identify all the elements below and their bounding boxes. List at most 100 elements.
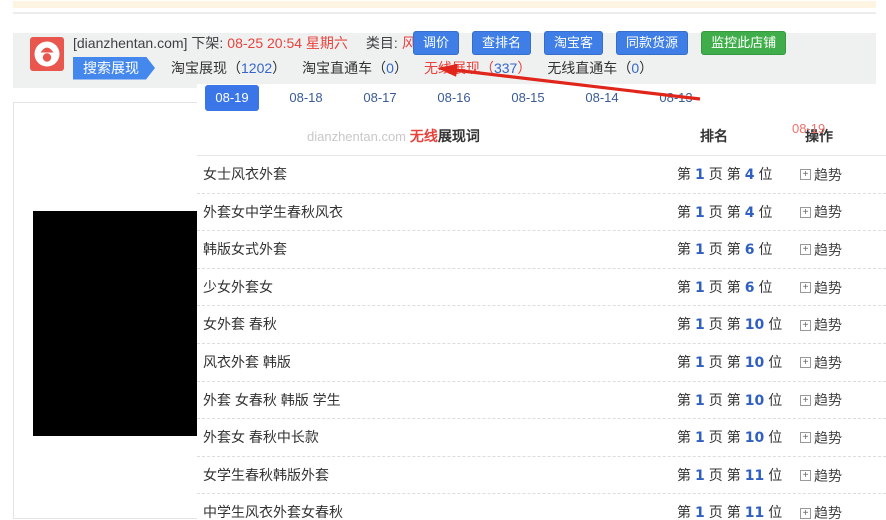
section-tab-label: 无线展现 <box>423 60 480 76</box>
table-row: 外套 女春秋 韩版 学生 第 1 页第 10 位 + 趋势 <box>197 382 886 420</box>
trend-button[interactable]: + 趋势 <box>800 269 842 307</box>
date-tab[interactable]: 08-19 <box>205 85 259 111</box>
trend-button[interactable]: + 趋势 <box>800 419 842 457</box>
trend-label: 趋势 <box>814 467 842 484</box>
expand-plus-icon: + <box>800 470 811 482</box>
trend-button[interactable]: + 趋势 <box>800 194 842 232</box>
keyword-cell[interactable]: 风衣外套 韩版 <box>203 344 291 382</box>
section-tab-count: （1202） <box>227 60 287 76</box>
expand-plus-icon: + <box>800 432 811 444</box>
section-tab-count: （0） <box>617 60 654 76</box>
section-tab[interactable]: 无线展现 （337） <box>424 58 531 78</box>
rank-cell: 第1页第4位 <box>677 166 773 183</box>
divider <box>13 12 876 14</box>
section-tab-label: 无线直通车 <box>547 60 618 76</box>
section-tab-count: （0） <box>372 60 408 76</box>
rank-cell: 第 1 页第 10 位 <box>677 353 783 371</box>
trend-button[interactable]: + 趋势 <box>800 306 842 344</box>
keyword-cell[interactable]: 女外套 春秋 <box>203 306 277 344</box>
keyword-cell[interactable]: 少女外套女 <box>203 269 273 307</box>
trend-label: 趋势 <box>814 204 842 221</box>
table-row: 女外套 春秋 第 1 页第 10 位 + 趋势 <box>197 306 886 344</box>
expand-plus-icon: + <box>800 507 811 519</box>
shop-avatar-icon <box>30 37 64 71</box>
date-tab[interactable]: 08-16 <box>427 85 481 111</box>
section-tab[interactable]: 无线直通车 （0） <box>547 58 653 78</box>
trend-label: 趋势 <box>814 354 842 371</box>
header-action-button[interactable]: 同款货源 <box>616 31 689 55</box>
section-tab-label: 搜索展现 <box>83 59 139 76</box>
table-title: dianzhentan.com 无线展现词 <box>307 128 480 144</box>
shop-title-row: [dianzhentan.com] 下架: 08-25 20:54 星期六 类目… <box>73 30 434 56</box>
rank-column-header: 排名 <box>700 128 728 144</box>
trend-label: 趋势 <box>814 392 842 409</box>
expand-plus-icon: + <box>800 282 811 294</box>
header-action-button[interactable]: 监控此店铺 <box>701 31 787 55</box>
trend-button[interactable]: + 趋势 <box>800 231 842 269</box>
rank-cell: 第1页第4位 <box>677 203 773 221</box>
expand-plus-icon: + <box>800 244 811 256</box>
expand-plus-icon: + <box>800 169 811 181</box>
keyword-cell[interactable]: 外套女中学生春秋风衣 <box>203 194 343 232</box>
rank-cell: 第 1 页第 10 位 <box>677 316 783 334</box>
rank-cell: 第1页第6位 <box>677 241 773 259</box>
keyword-cell[interactable]: 外套 女春秋 韩版 学生 <box>203 382 341 420</box>
table-row: 韩版女式外套 第1页第6位 + 趋势 <box>197 231 886 269</box>
date-tab[interactable]: 08-15 <box>501 85 555 111</box>
rank-cell: 第 1 页第 10 位 <box>677 429 783 447</box>
section-tab[interactable]: 淘宝直通车 （0） <box>302 58 408 78</box>
section-tab-label: 淘宝展现 <box>171 60 227 76</box>
table-row: 中学生风衣外套女春秋 第 1 页第 11 位 + 趋势 <box>197 494 886 520</box>
trend-label: 趋势 <box>814 166 842 183</box>
date-tab[interactable]: 08-17 <box>353 85 407 111</box>
header-action-button[interactable]: 淘宝客 <box>544 31 604 55</box>
rank-cell: 第1页第6位 <box>677 278 773 296</box>
trend-label: 趋势 <box>814 505 842 520</box>
trend-label: 趋势 <box>814 241 842 258</box>
trend-label: 趋势 <box>814 317 842 334</box>
rank-cell: 第 1 页第 10 位 <box>677 391 783 409</box>
notification-bar <box>13 1 876 8</box>
table-row: 少女外套女 第1页第6位 + 趋势 <box>197 269 886 307</box>
table-row: 外套女 春秋中长款 第 1 页第 10 位 + 趋势 <box>197 419 886 457</box>
header-action-button[interactable]: 查排名 <box>472 31 532 55</box>
keyword-cell[interactable]: 中学生风衣外套女春秋 <box>203 494 343 520</box>
offshelf-label: 下架: <box>191 35 224 51</box>
table-row: 风衣外套 韩版 第 1 页第 10 位 + 趋势 <box>197 344 886 382</box>
trend-button[interactable]: + 趋势 <box>800 156 842 194</box>
header-action-button[interactable]: 调价 <box>413 31 460 55</box>
keyword-cell[interactable]: 韩版女式外套 <box>203 231 287 269</box>
trend-button[interactable]: + 趋势 <box>800 457 842 495</box>
ops-date-overlay: 08-19 <box>792 121 826 136</box>
rank-cell: 第 1 页第 11 位 <box>677 504 783 520</box>
trend-button[interactable]: + 趋势 <box>800 344 842 382</box>
trend-button[interactable]: + 趋势 <box>800 494 842 520</box>
table-row: 女士风衣外套 第1页第4位 + 趋势 <box>197 156 886 194</box>
trend-label: 趋势 <box>814 429 842 446</box>
table-row: 女学生春秋韩版外套 第 1 页第 11 位 + 趋势 <box>197 457 886 495</box>
expand-plus-icon: + <box>800 319 811 331</box>
trend-label: 趋势 <box>814 279 842 296</box>
table-row: 外套女中学生春秋风衣 第1页第4位 + 趋势 <box>197 194 886 232</box>
header-action-buttons: 调价 查排名 淘宝客 同款货源 监控此店铺 <box>413 31 787 55</box>
section-tab[interactable]: 搜索展现 <box>73 57 155 80</box>
section-tab-count: （337） <box>479 60 532 76</box>
date-tab[interactable]: 08-14 <box>575 85 629 111</box>
table-header: dianzhentan.com 无线展现词 排名 操作 08-19 <box>197 117 886 156</box>
keyword-ranking-panel: 08-19 08-18 08-17 08-16 08-15 08-14 08-1… <box>197 84 886 520</box>
date-tabs: 08-19 08-18 08-17 08-16 08-15 08-14 08-1… <box>205 85 703 111</box>
keyword-cell[interactable]: 外套女 春秋中长款 <box>203 419 319 457</box>
offshelf-time: 08-25 20:54 星期六 <box>227 35 348 51</box>
keyword-cell[interactable]: 女学生春秋韩版外套 <box>203 457 329 495</box>
expand-plus-icon: + <box>800 394 811 406</box>
section-tab-label: 淘宝直通车 <box>302 60 373 76</box>
expand-plus-icon: + <box>800 206 811 218</box>
date-tab[interactable]: 08-18 <box>279 85 333 111</box>
section-tab[interactable]: 淘宝展现 （1202） <box>171 58 286 78</box>
trend-button[interactable]: + 趋势 <box>800 382 842 420</box>
shop-id: [dianzhentan.com] <box>73 35 188 51</box>
date-tab[interactable]: 08-13 <box>649 85 703 111</box>
expand-plus-icon: + <box>800 357 811 369</box>
keyword-table-rows: 女士风衣外套 第1页第4位 + 趋势 外套女中学生春秋风衣 第1页第4位 + 趋… <box>197 156 886 520</box>
keyword-cell[interactable]: 女士风衣外套 <box>203 156 287 194</box>
